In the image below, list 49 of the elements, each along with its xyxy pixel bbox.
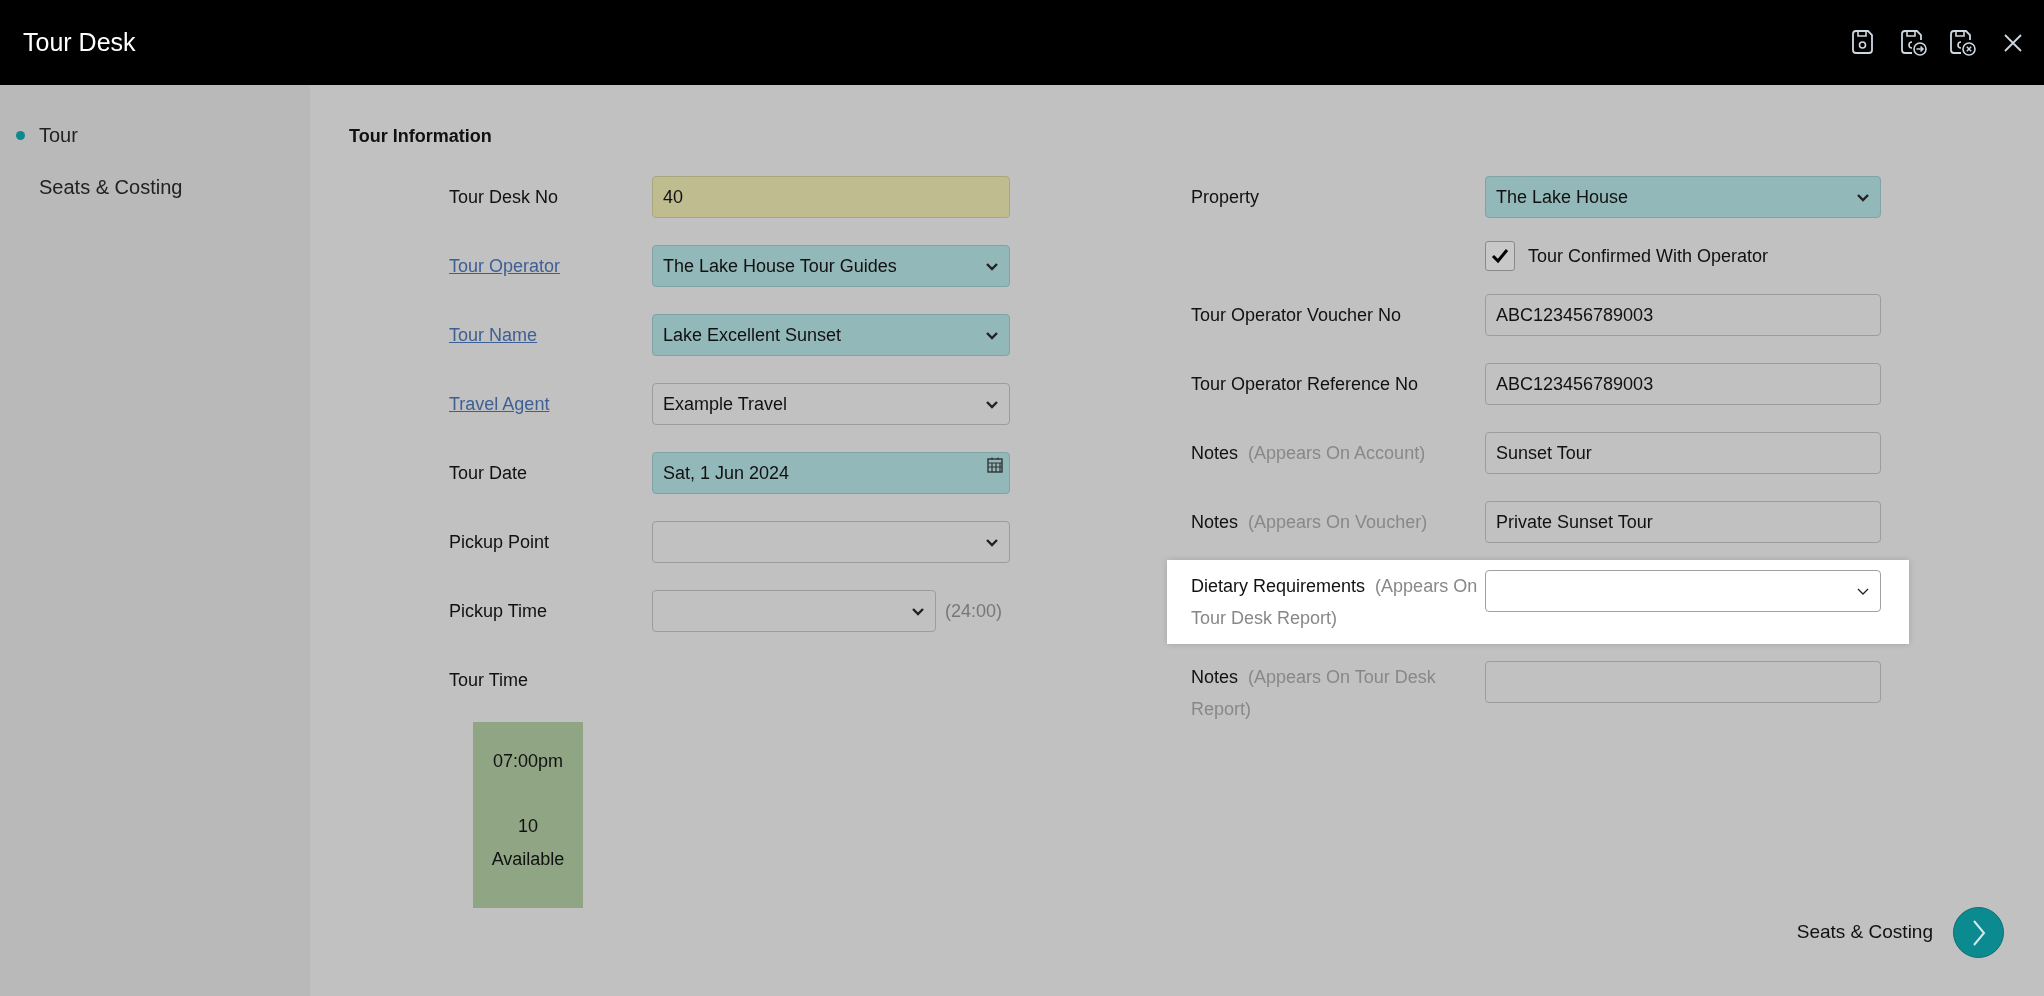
dropdown[interactable] [1485, 570, 1881, 612]
chevron-down-icon [985, 261, 999, 271]
field-link[interactable]: Tour Operator [449, 252, 652, 280]
save-and-close-icon[interactable] [1947, 27, 1977, 58]
chevron-down-icon [985, 537, 999, 547]
text-field[interactable]: 40 [652, 176, 1010, 218]
field-label: Tour Desk No [449, 185, 560, 209]
section-title: Tour Information [349, 125, 492, 147]
text-field[interactable]: Private Sunset Tour [1485, 501, 1881, 543]
sidebar-item[interactable]: Tour [39, 120, 78, 150]
field-label: Dietary Requirements (Appears On Tour Desk Report) [1191, 575, 1479, 630]
window-title: Tour Desk [23, 26, 136, 58]
field-label: Pickup Point [449, 530, 551, 554]
field-label: Tour Operator Reference No [1191, 373, 1420, 396]
dropdown[interactable]: Lake Excellent Sunset [652, 314, 1010, 356]
field-label: Notes (Appears On Tour Desk Report) [1191, 666, 1437, 721]
next-button[interactable] [1953, 907, 2004, 958]
field-link[interactable]: Travel Agent [449, 390, 652, 418]
chevron-down-icon [1856, 586, 1870, 596]
field-label: Tour Operator Voucher No [1191, 304, 1403, 327]
text-field[interactable]: Sunset Tour [1485, 432, 1881, 474]
checkbox-label: Tour Confirmed With Operator [1528, 244, 1769, 268]
field-link[interactable]: Tour Name [449, 321, 652, 349]
checkmark-icon [1491, 248, 1509, 264]
dropdown[interactable]: Example Travel [652, 383, 1010, 425]
field-label: Pickup Time [449, 599, 549, 623]
close-icon[interactable] [2002, 31, 2024, 54]
field-label: Tour Date [449, 461, 529, 485]
chevron-down-icon [1856, 192, 1870, 202]
text-field[interactable] [1485, 661, 1881, 703]
text-field[interactable]: ABC123456789003 [1485, 294, 1881, 336]
text-field[interactable]: ABC123456789003 [1485, 363, 1881, 405]
field-label: Notes (Appears On Voucher) [1191, 511, 1429, 534]
save-and-continue-icon[interactable] [1898, 27, 1928, 58]
chevron-down-icon [985, 399, 999, 409]
next-section-label: Seats & Costing [1796, 920, 1933, 945]
dropdown[interactable]: The Lake House Tour Guides [652, 245, 1010, 287]
field-label: Notes (Appears On Account) [1191, 442, 1427, 465]
sidebar-item[interactable]: Seats & Costing [39, 172, 183, 202]
chevron-down-icon [911, 606, 925, 616]
calendar-icon [987, 457, 1003, 473]
field-label: Property [1191, 186, 1261, 209]
date-field[interactable]: Sat, 1 Jun 2024 [652, 452, 1010, 494]
chevron-down-icon [985, 330, 999, 340]
field-label: Tour Time [449, 668, 530, 692]
checkbox[interactable] [1485, 241, 1515, 271]
time-format-hint: (24:00) [945, 599, 1003, 623]
tour-time-slot[interactable]: 07:00pm 10 Available [473, 722, 583, 908]
dropdown[interactable]: The Lake House [1485, 176, 1881, 218]
